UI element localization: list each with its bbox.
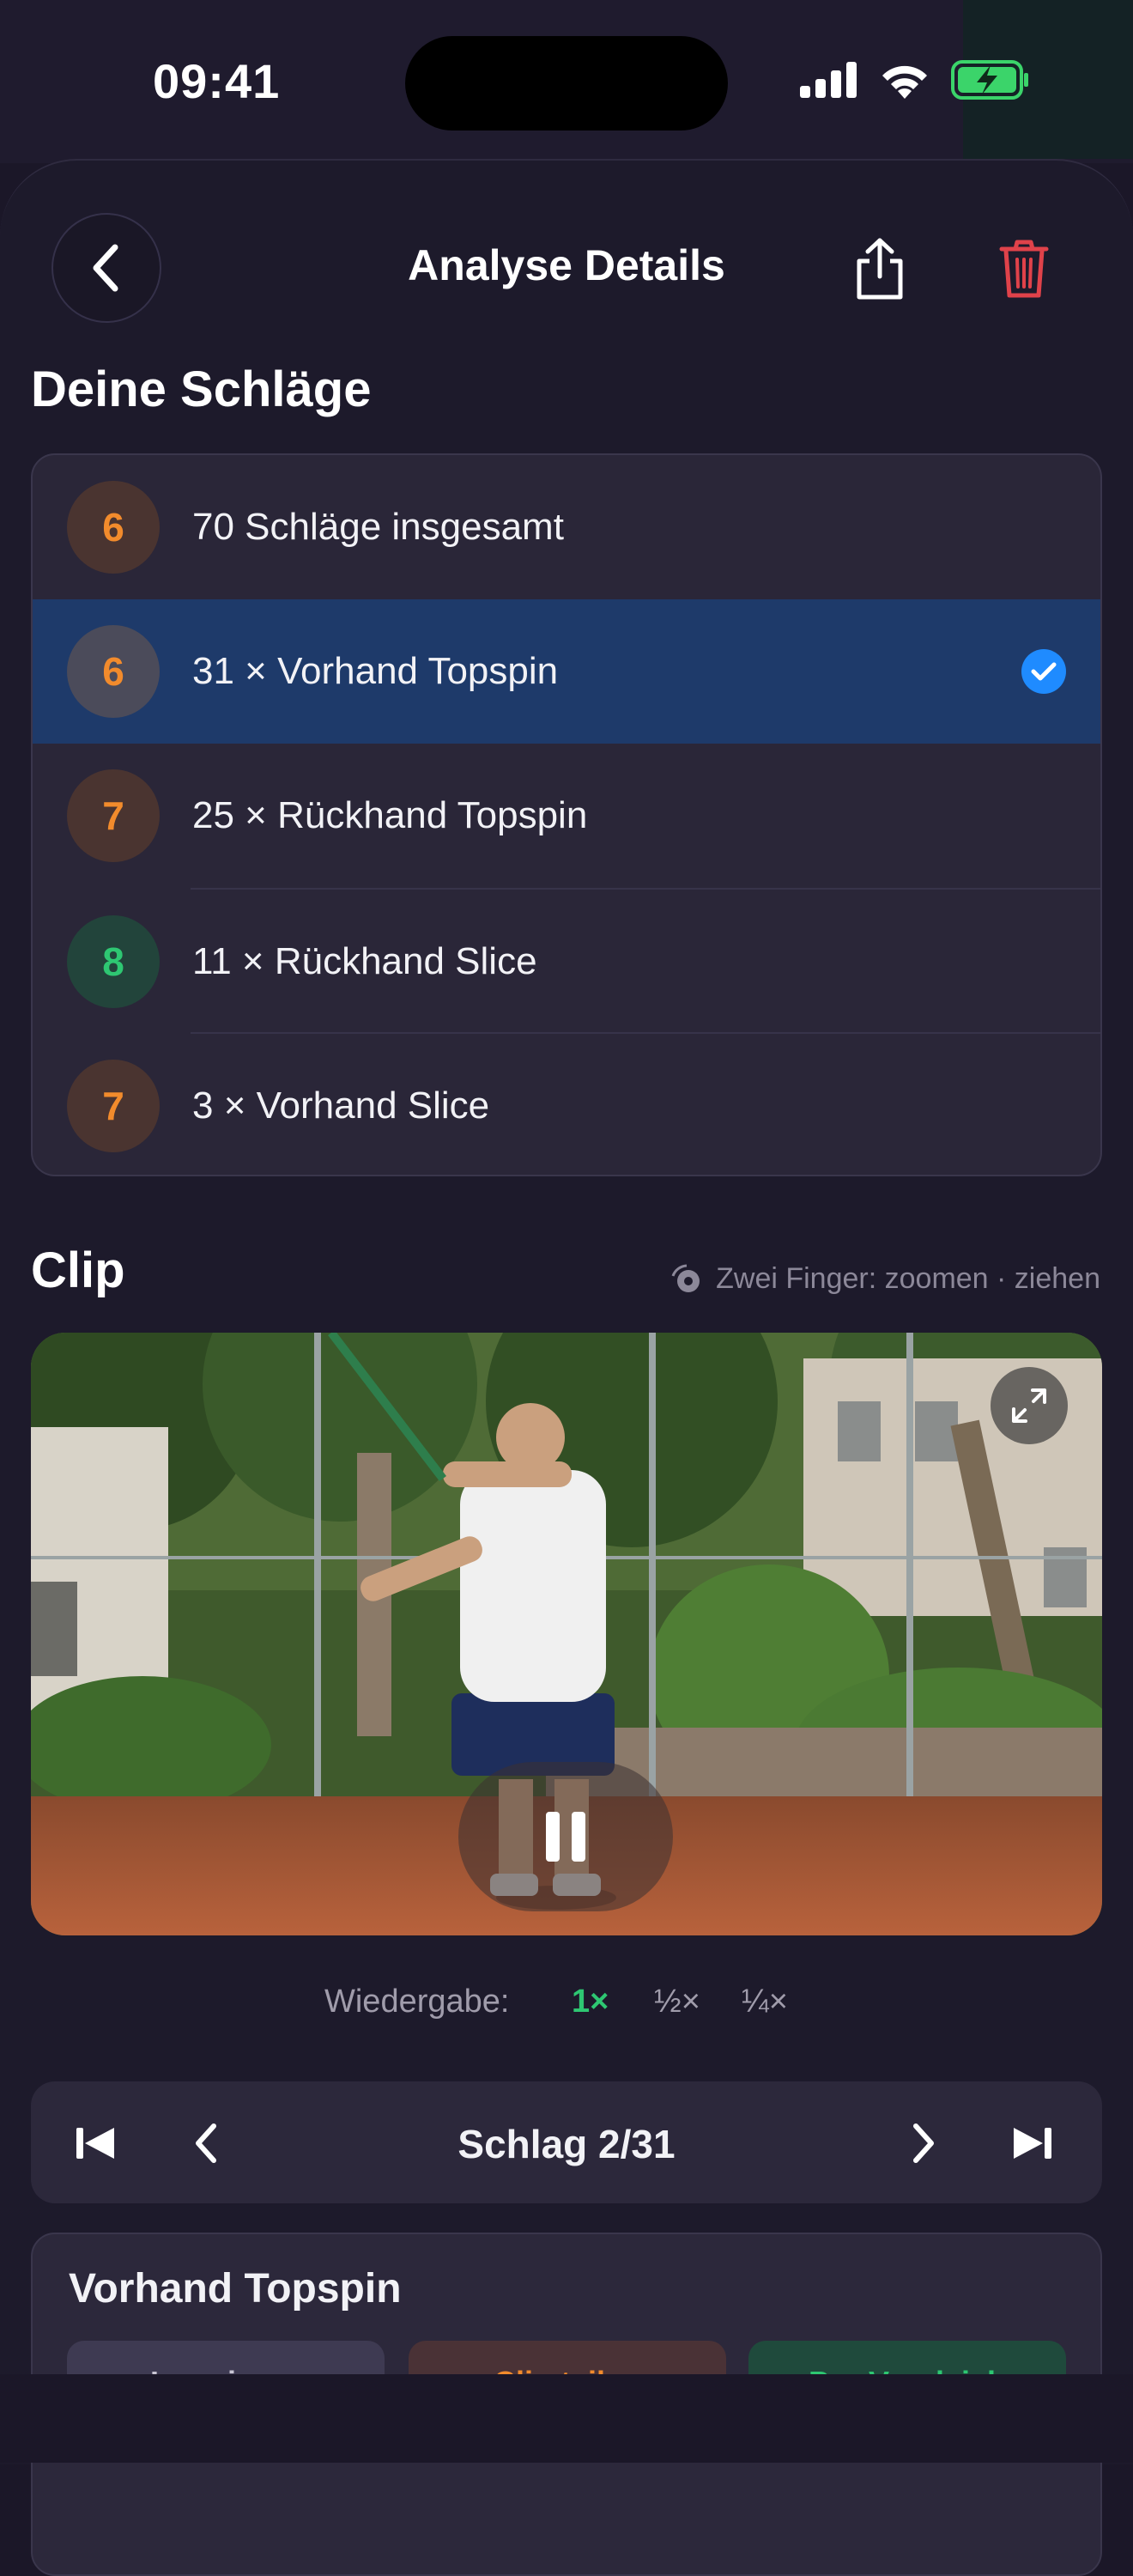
- wifi-icon: [882, 65, 927, 99]
- score-badge: 7: [67, 1060, 160, 1152]
- shot-row-rueckhand-topspin[interactable]: 7 25 × Rückhand Topspin: [33, 744, 1100, 888]
- share-icon: [857, 238, 903, 300]
- shot-label: 31 × Vorhand Topspin: [192, 650, 559, 692]
- detail-title: Vorhand Topspin: [69, 2266, 402, 2312]
- last-shot-button[interactable]: [1001, 2112, 1063, 2174]
- score-badge: 8: [67, 915, 160, 1008]
- speed-quarter-button[interactable]: ¼×: [742, 1984, 788, 2020]
- battery-charging-icon: [951, 60, 1028, 100]
- shot-label: 3 × Vorhand Slice: [192, 1084, 490, 1127]
- shot-stepper: Schlag 2/31: [31, 2081, 1102, 2203]
- speed-1x-button[interactable]: 1×: [572, 1984, 609, 2020]
- score-badge: 7: [67, 769, 160, 862]
- shot-row-vorhand-topspin[interactable]: 6 31 × Vorhand Topspin: [33, 599, 1100, 744]
- shot-row-rueckhand-slice[interactable]: 8 11 × Rückhand Slice: [33, 890, 1100, 1034]
- status-icons: [800, 60, 1030, 100]
- next-shot-button[interactable]: [893, 2112, 954, 2174]
- playback-speed-row: Wiedergabe: 1× ½× ¼×: [0, 1984, 1133, 2035]
- score-badge: 6: [67, 481, 160, 574]
- pinch-gesture-icon: [671, 1264, 700, 1292]
- trash-icon: [999, 240, 1049, 298]
- gesture-hint-text: Zwei Finger: zoomen · ziehen: [716, 1262, 1100, 1295]
- pause-button[interactable]: [458, 1762, 673, 1911]
- delete-button[interactable]: [985, 230, 1063, 307]
- skip-to-end-icon: [1014, 2128, 1051, 2159]
- shot-label: 70 Schläge insgesamt: [192, 506, 564, 548]
- checkmark-icon: [1021, 649, 1066, 694]
- shot-row-total[interactable]: 6 70 Schläge insgesamt: [33, 455, 1100, 599]
- video-player[interactable]: [31, 1333, 1102, 1935]
- page-title: Analyse Details: [408, 241, 725, 289]
- shot-label: 11 × Rückhand Slice: [192, 940, 537, 982]
- share-button[interactable]: [841, 230, 918, 307]
- pause-icon: [546, 1812, 585, 1862]
- signal-icon: [800, 62, 857, 98]
- gesture-hint: Zwei Finger: zoomen · ziehen: [670, 1262, 1100, 1296]
- status-bar: 09:41: [0, 0, 1133, 163]
- fullscreen-button[interactable]: [991, 1367, 1068, 1444]
- status-time: 09:41: [153, 54, 281, 108]
- shots-list: 6 70 Schläge insgesamt 6 31 × Vorhand To…: [31, 453, 1102, 1176]
- playback-label: Wiedergabe:: [324, 1984, 510, 2020]
- score-badge: 6: [67, 625, 160, 718]
- chevron-right-icon: [913, 2123, 934, 2163]
- shot-label: 25 × Rückhand Topspin: [192, 794, 588, 836]
- clip-section-title: Clip: [31, 1242, 125, 1298]
- dynamic-island: [405, 36, 728, 131]
- expand-icon: [1012, 1388, 1046, 1423]
- bottom-safe-area: [0, 2374, 1133, 2463]
- shot-row-vorhand-slice[interactable]: 7 3 × Vorhand Slice: [33, 1034, 1100, 1175]
- speed-half-button[interactable]: ½×: [654, 1984, 700, 2020]
- shots-section-title: Deine Schläge: [31, 361, 372, 417]
